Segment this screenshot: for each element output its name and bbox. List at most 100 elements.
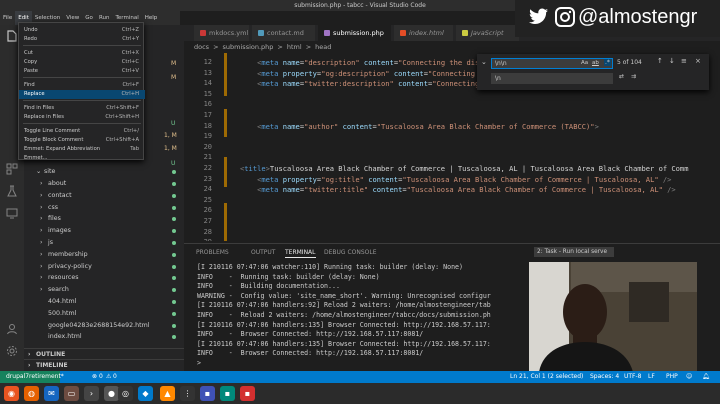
extensions-icon[interactable] [4,163,20,179]
menu-help[interactable]: Help [142,11,161,25]
file-item[interactable]: google04283e2688154e92.html [24,320,184,332]
camera-icon[interactable]: ● [104,386,119,401]
breadcrumb-item[interactable]: submission.php [223,43,274,51]
errors-icon[interactable]: ⊗ [92,371,97,383]
attr-name: name [282,185,300,195]
file-item[interactable]: › css [24,202,184,214]
menu-item-toggle-line-comment[interactable]: Toggle Line Comment Ctrl+/ [19,127,145,136]
ubuntu-icon[interactable]: ◉ [4,386,19,401]
file-item[interactable]: › contact [24,190,184,202]
file-item[interactable]: 404.html [24,296,184,308]
panel-tab-problems[interactable]: PROBLEMS [196,244,229,261]
menu-item-replace[interactable]: Replace Ctrl+H [19,90,145,99]
test-icon[interactable] [4,185,20,201]
language-mode[interactable]: PHP [666,371,678,383]
breadcrumb-item[interactable]: html [287,43,302,51]
file-item[interactable]: 500.html [24,308,184,320]
cursor-position[interactable]: Ln 21, Col 1 (2 selected) [510,371,583,383]
tab-label: JavaScript [471,29,504,37]
file-label: search [48,286,69,294]
menu-item-find[interactable]: Find Ctrl+F [19,81,145,90]
chevron-right-icon: › [40,227,43,235]
app-icon[interactable]: ▪ [220,386,235,401]
replace-one-icon[interactable]: ⇄ [619,73,624,80]
feedback-icon[interactable]: ☺ [686,371,692,383]
os-taskbar: ◉ ◍ ✉ ▭ › ● ◎ ◆ ▲ ⋮ ▪ ▪ ▪ [0,383,720,404]
panel-tab-terminal[interactable]: TERMINAL [285,244,316,258]
app-icon[interactable]: ▪ [200,386,215,401]
menu-item-toggle-block-comment[interactable]: Toggle Block Comment Ctrl+Shift+A [19,136,145,145]
tab-index-html[interactable]: index.html [394,25,454,41]
file-item[interactable]: › about [24,178,184,190]
file-item[interactable]: › membership [24,249,184,261]
tab-javascript[interactable]: JavaScript [456,25,520,41]
breadcrumb-item[interactable]: head [315,43,331,51]
file-item[interactable]: › files [24,213,184,225]
end-of-line[interactable]: LF [648,371,655,383]
files-icon[interactable]: ▭ [64,386,79,401]
close-icon[interactable]: × [695,57,701,65]
menu-item-replace-in-files[interactable]: Replace in Files Ctrl+Shift+H [19,113,145,122]
menu-item-cut[interactable]: Cut Ctrl+X [19,49,145,58]
menu-file[interactable]: File [0,11,15,25]
tab-submission-php[interactable]: submission.php [318,25,392,41]
whole-word-button[interactable]: ab [592,60,599,66]
replace-input[interactable]: \n [491,73,613,84]
file-label: google04283e2688154e92.html [48,321,150,329]
file-item[interactable]: index.html [24,331,184,343]
warnings-icon[interactable]: ⚠ [106,371,111,383]
firefox-icon[interactable]: ◍ [24,386,39,401]
panel-tab-output[interactable]: OUTPUT [251,244,275,261]
tab-contact-md[interactable]: contact.md [252,25,316,41]
git-change-bar [224,203,227,241]
match-case-button[interactable]: Aa [581,60,588,66]
vlc-icon[interactable]: ▲ [160,386,175,401]
git-badge: 1, M [164,132,177,139]
notifications-bell-icon[interactable]: 🔔︎ [702,371,710,383]
file-item[interactable]: › resources [24,272,184,284]
menu-item-redo[interactable]: Redo Ctrl+Y [19,35,145,44]
outline-section[interactable]: › OUTLINE [24,348,184,359]
panel-tab-debug-console[interactable]: DEBUG CONSOLE [324,244,377,261]
next-match-icon[interactable]: ↓ [669,57,675,65]
account-icon[interactable] [4,323,20,339]
menu-item-emmet[interactable]: Emmet... [19,154,145,163]
menu-separator [23,45,141,46]
vscode-app-icon[interactable]: ◆ [138,386,153,401]
settings-gear-icon[interactable] [4,345,20,361]
replace-all-icon[interactable]: ⇉ [631,73,636,80]
file-item[interactable]: › privacy-policy [24,261,184,273]
file-item[interactable]: › search [24,284,184,296]
regex-button[interactable]: .* [604,59,611,66]
obs-icon[interactable]: ◎ [118,386,133,401]
breadcrumb-item[interactable]: docs [194,43,209,51]
tab-mkdocs-yml[interactable]: mkdocs.yml [194,25,250,41]
modified-dot [172,205,176,210]
indentation[interactable]: Spaces: 4 [590,371,619,383]
git-badge: 1, M [164,145,177,152]
email-icon[interactable]: ✉ [44,386,59,401]
status-bar: drupal7retirement* ⊗ 0 ⚠ 0 Ln 21, Col 1 … [0,371,720,383]
folder-site[interactable]: ⌄ site [24,166,184,178]
menu-item-shortcut: Tab [130,146,139,152]
timeline-section[interactable]: › TIMELINE [24,359,184,370]
branch-label: drupal7retirement* [6,373,64,380]
menu-item-find-in-files[interactable]: Find in Files Ctrl+Shift+F [19,104,145,113]
menu-item-undo[interactable]: Undo Ctrl+Z [19,26,145,35]
terminal-task-select[interactable]: 2: Task - Run local serve [534,247,614,257]
file-item[interactable]: › js [24,237,184,249]
menu-item-emmet-expand-abbreviation[interactable]: Emmet: Expand Abbreviation Tab [19,145,145,154]
encoding[interactable]: UTF-8 [624,371,642,383]
toggle-replace-chevron-icon[interactable]: ⌄ [481,58,487,66]
file-item[interactable]: › images [24,225,184,237]
previous-match-icon[interactable]: ↑ [657,57,663,65]
branch-indicator[interactable]: drupal7retirement* [0,371,64,383]
find-in-selection-icon[interactable]: ≡ [681,57,687,65]
remote-explorer-icon[interactable] [4,207,20,223]
app-grid-icon[interactable]: ⋮ [180,386,195,401]
menu-item-paste[interactable]: Paste Ctrl+V [19,67,145,76]
terminal-app-icon[interactable]: › [84,386,99,401]
chevron-right-icon: › [40,274,43,282]
app-icon[interactable]: ▪ [240,386,255,401]
menu-item-copy[interactable]: Copy Ctrl+C [19,58,145,67]
